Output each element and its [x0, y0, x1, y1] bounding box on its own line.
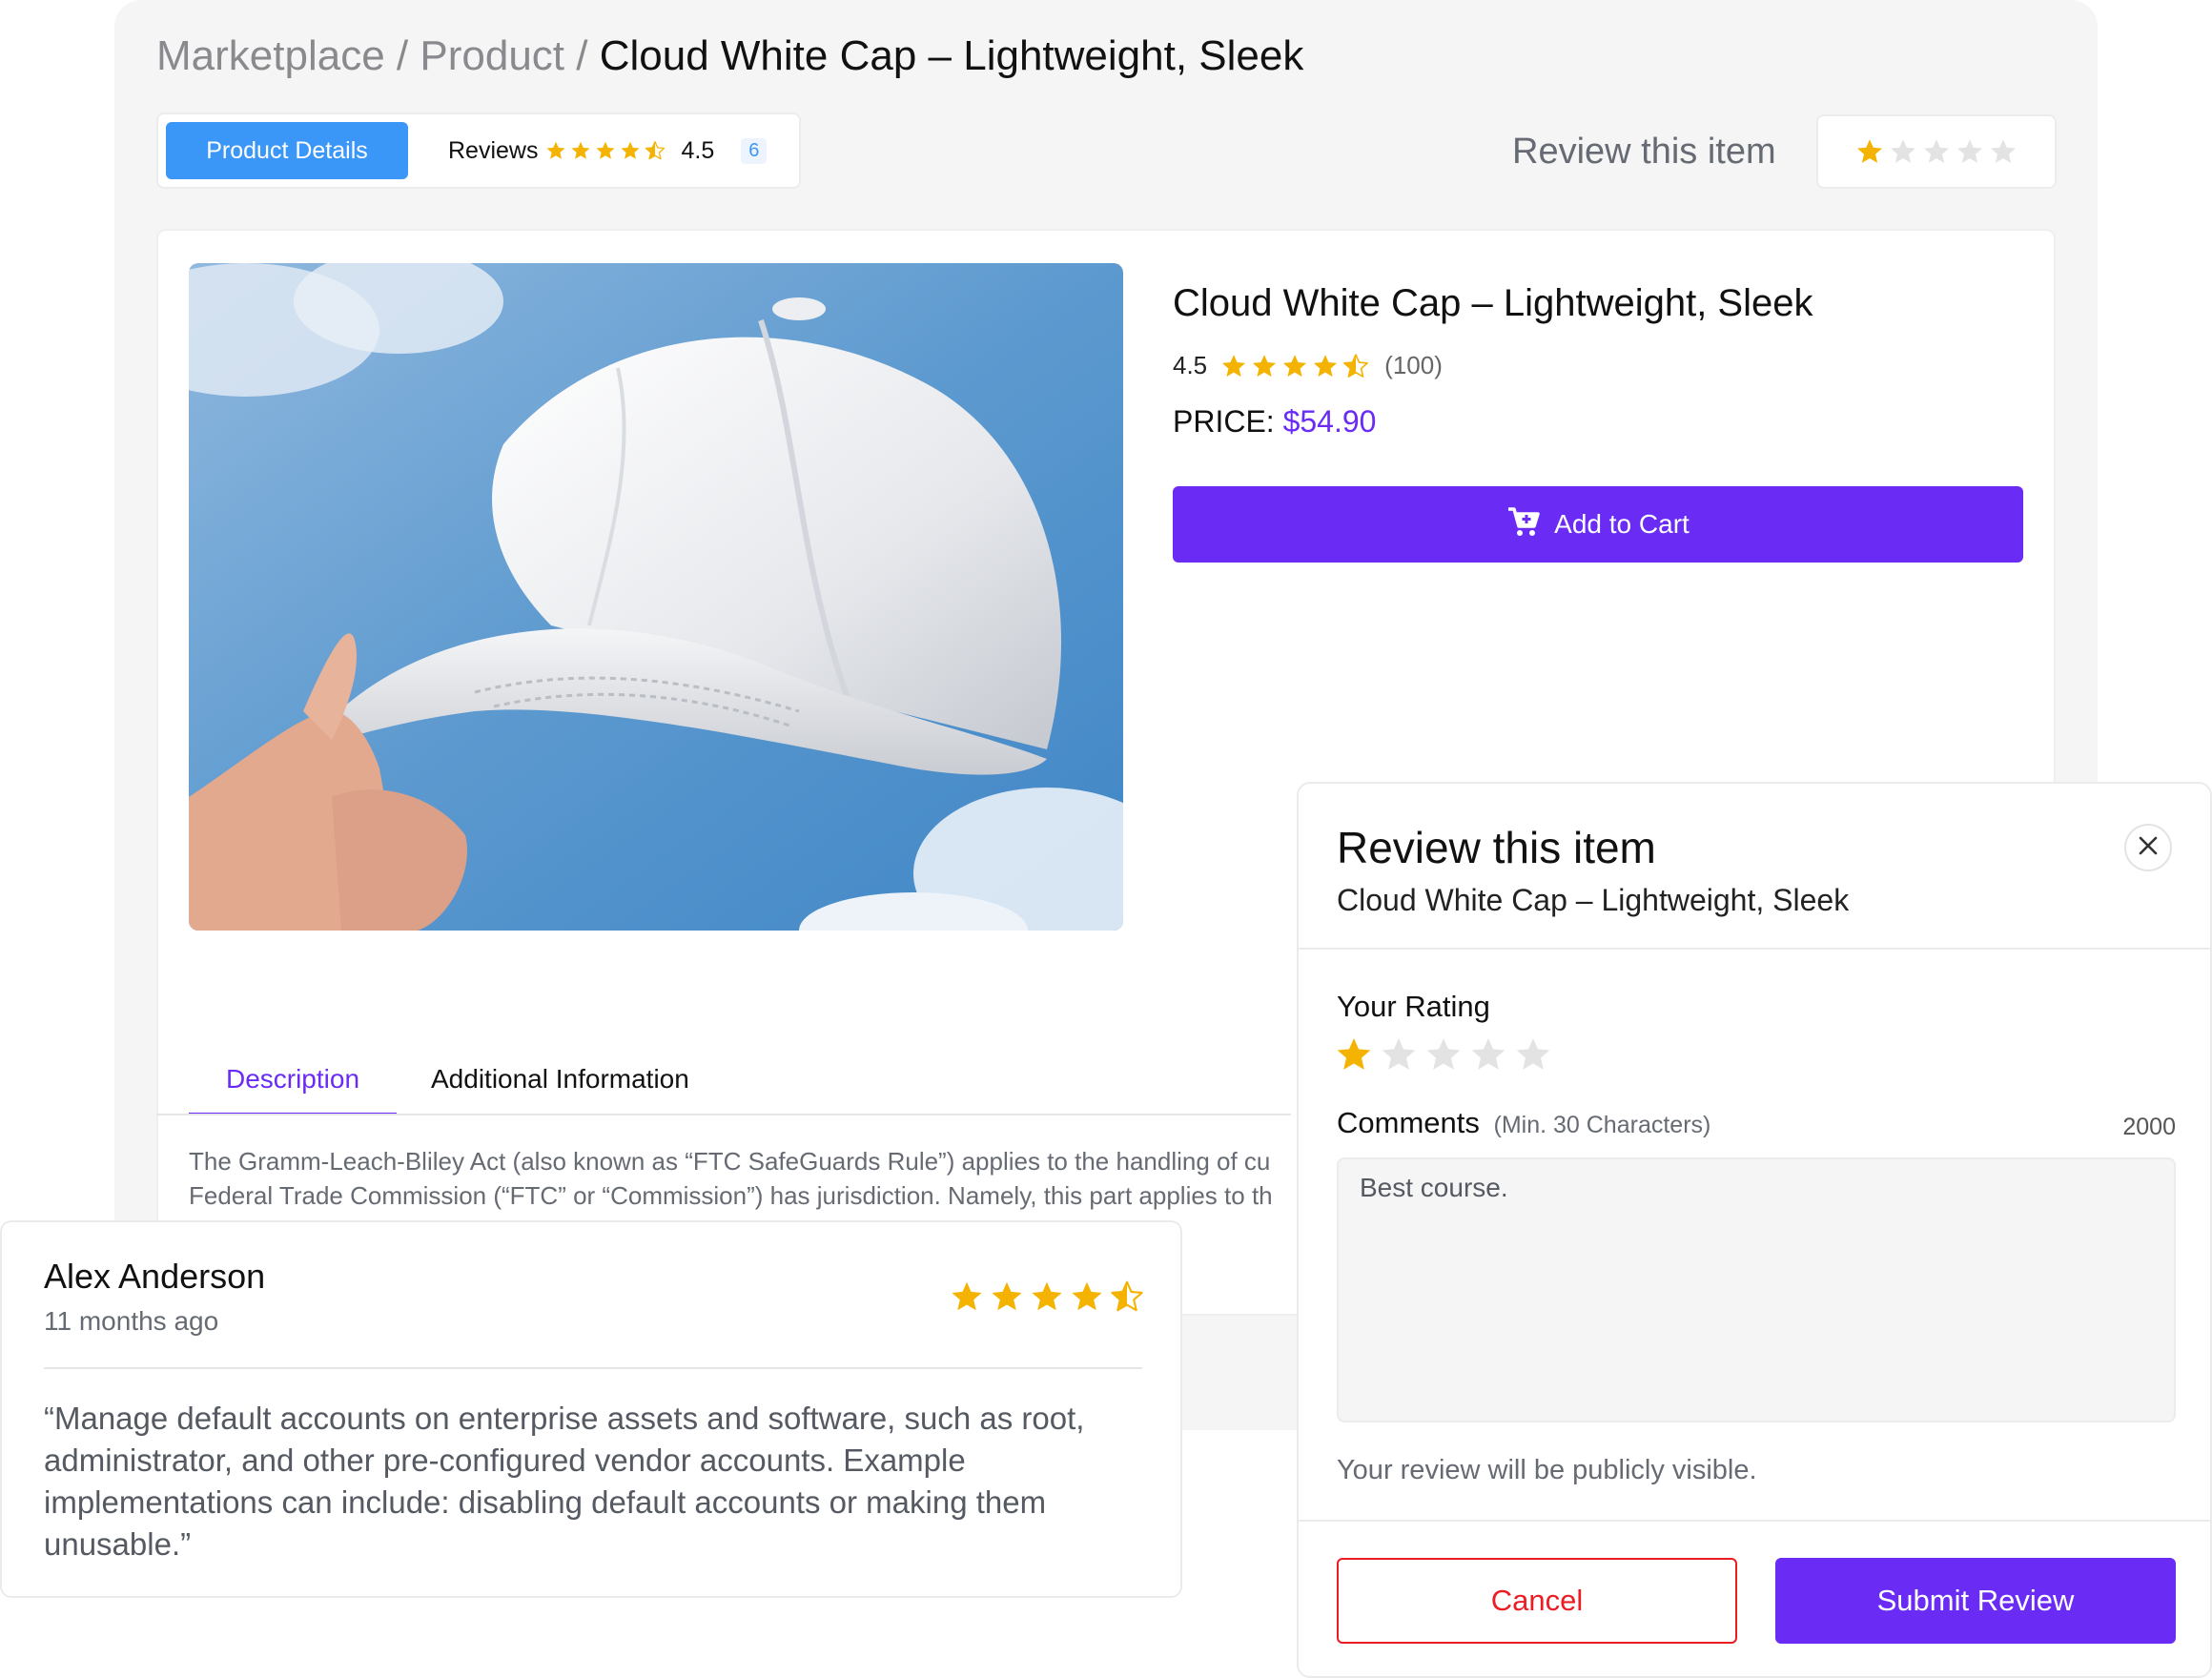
submit-review-button[interactable]: Submit Review: [1775, 1558, 2176, 1644]
rating-stars-input[interactable]: [1335, 1035, 1552, 1074]
breadcrumb-item-product[interactable]: Product: [420, 32, 564, 79]
white-cap-photo: [189, 263, 1123, 931]
product-rating-stars: [1220, 353, 1369, 379]
cart-plus-icon: [1506, 505, 1541, 544]
product-rating-count[interactable]: (100): [1384, 351, 1443, 380]
price-label: PRICE:: [1173, 404, 1275, 439]
star-filled-icon: [1220, 353, 1247, 379]
star-filled-icon: [1312, 353, 1339, 379]
breadcrumb: Marketplace / Product / Cloud White Cap …: [156, 32, 1303, 80]
tab-reviews[interactable]: Reviews 4.5 6: [448, 122, 768, 179]
tab-reviews-label: Reviews: [448, 136, 539, 164]
tab-reviews-count-badge: 6: [741, 137, 768, 164]
breadcrumb-item-marketplace[interactable]: Marketplace: [156, 32, 385, 79]
star-filled-icon: [1030, 1279, 1064, 1314]
tab-description[interactable]: Description: [189, 1058, 397, 1115]
reviewer-name: Alex Anderson: [44, 1257, 266, 1296]
review-this-item-stars[interactable]: [1816, 114, 2057, 189]
tab-product-details[interactable]: Product Details: [166, 122, 408, 179]
divider: [44, 1367, 1142, 1369]
star-half-icon: [645, 140, 666, 161]
description-text: The Gramm-Leach-Bliley Act (also known a…: [189, 1144, 1295, 1220]
star-half-icon: [1110, 1279, 1144, 1314]
review-rating-stars: [950, 1279, 1144, 1314]
divider: [1299, 948, 2212, 950]
star-filled-icon: [950, 1279, 984, 1314]
star-filled-icon: [595, 140, 616, 161]
star-filled-icon: [1251, 353, 1278, 379]
breadcrumb-separator: /: [396, 32, 409, 79]
close-button[interactable]: [2124, 824, 2172, 871]
review-card: Alex Anderson 11 months ago “Manage defa…: [0, 1220, 1182, 1598]
star-filled-icon: [990, 1279, 1024, 1314]
cancel-button[interactable]: Cancel: [1337, 1558, 1737, 1644]
price-amount: $54.90: [1282, 404, 1377, 439]
modal-subtitle: Cloud White Cap – Lightweight, Sleek: [1337, 883, 1850, 917]
star-filled-icon: [1855, 137, 1884, 166]
add-to-cart-button[interactable]: Add to Cart: [1173, 486, 2023, 563]
star-empty-icon: [1922, 137, 1951, 166]
character-limit: 2000: [2122, 1114, 2176, 1140]
rating-label: Your Rating: [1337, 990, 1490, 1023]
review-text: “Manage default accounts on enterprise a…: [44, 1401, 1085, 1562]
review-time: 11 months ago: [44, 1306, 219, 1336]
modal-title: Review this item: [1337, 823, 1656, 872]
star-empty-icon[interactable]: [1514, 1035, 1552, 1074]
star-filled-icon[interactable]: [1335, 1035, 1373, 1074]
star-half-icon: [1342, 353, 1369, 379]
star-filled-icon: [545, 140, 566, 161]
breadcrumb-current: Cloud White Cap – Lightweight, Sleek: [599, 32, 1304, 79]
tab-reviews-stars: [545, 140, 666, 161]
close-icon: [2138, 831, 2159, 864]
product-tabs: Product Details Reviews 4.5 6: [156, 113, 801, 189]
star-filled-icon: [570, 140, 591, 161]
product-image: [189, 263, 1123, 931]
product-rating: 4.5 (100): [1173, 351, 1443, 380]
visibility-note: Your review will be publicly visible.: [1337, 1455, 1757, 1485]
comments-textarea[interactable]: Best course.: [1337, 1157, 2176, 1422]
star-filled-icon: [1281, 353, 1308, 379]
star-empty-icon: [1989, 137, 2017, 166]
product-title: Cloud White Cap – Lightweight, Sleek: [1173, 282, 1813, 324]
add-to-cart-label: Add to Cart: [1554, 509, 1690, 539]
divider: [156, 1114, 1291, 1115]
star-filled-icon: [620, 140, 641, 161]
star-empty-icon[interactable]: [1380, 1035, 1418, 1074]
star-empty-icon: [1889, 137, 1917, 166]
product-price: PRICE: $54.90: [1173, 404, 1376, 440]
star-empty-icon: [1956, 137, 1984, 166]
star-empty-icon[interactable]: [1424, 1035, 1463, 1074]
description-line: The Gramm-Leach-Bliley Act (also known a…: [189, 1147, 1271, 1176]
product-rating-value: 4.5: [1173, 351, 1208, 379]
tab-reviews-score: 4.5: [681, 136, 715, 164]
review-modal: Review this item Cloud White Cap – Light…: [1297, 782, 2212, 1678]
divider: [1299, 1520, 2212, 1522]
star-filled-icon: [1070, 1279, 1104, 1314]
review-this-item-label: Review this item: [1512, 132, 1776, 172]
breadcrumb-separator: /: [576, 32, 588, 79]
tab-additional-information[interactable]: Additional Information: [431, 1058, 689, 1095]
description-line: Federal Trade Commission (“FTC” or “Comm…: [189, 1181, 1273, 1210]
star-empty-icon[interactable]: [1469, 1035, 1507, 1074]
